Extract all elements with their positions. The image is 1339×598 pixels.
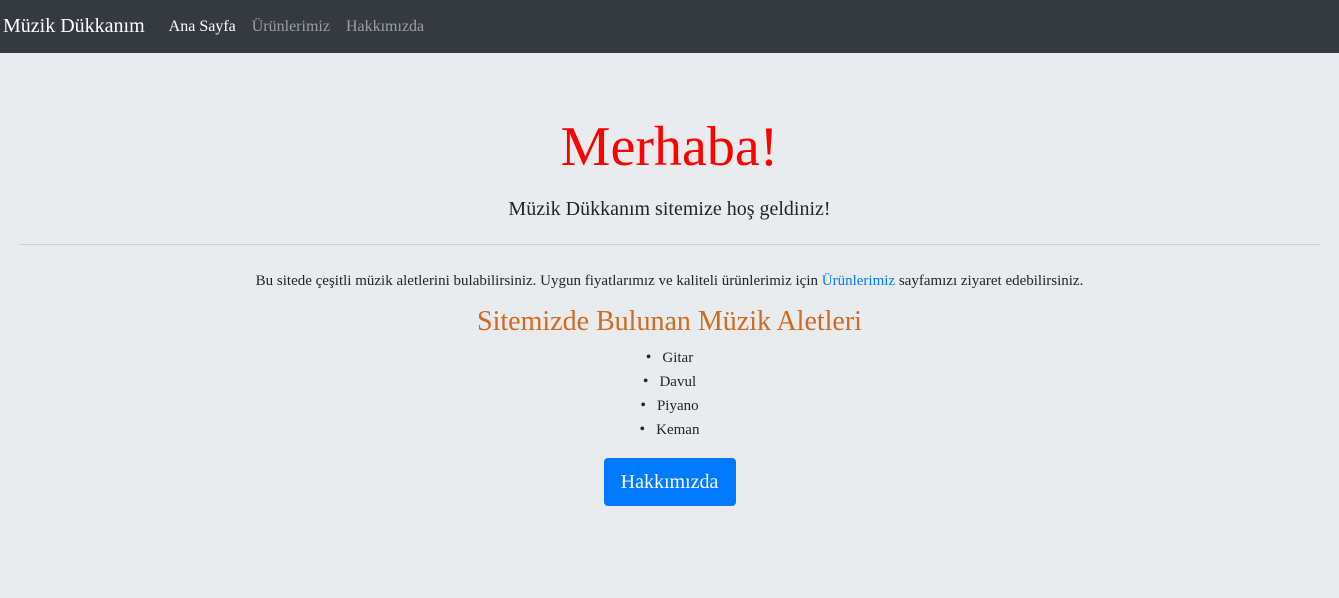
- list-item: Davul: [0, 370, 1339, 394]
- intro-text: Bu sitede çeşitli müzik aletlerini bulab…: [0, 272, 1339, 292]
- nav-links: Ana Sayfa Ürünlerimiz Hakkımızda: [169, 18, 425, 36]
- jumbotron: Merhaba! Müzik Dükkanım sitemize hoş gel…: [0, 53, 1339, 507]
- nav-link-hakkimizda[interactable]: Hakkımızda: [346, 18, 424, 36]
- instruments-list: Gitar Davul Piyano Keman: [0, 346, 1339, 442]
- nav-link-urunlerimiz[interactable]: Ürünlerimiz: [252, 18, 330, 36]
- hakkimizda-button[interactable]: Hakkımızda: [603, 458, 736, 507]
- list-item: Piyano: [0, 394, 1339, 418]
- brand-link[interactable]: Müzik Dükkanım: [3, 15, 145, 38]
- instruments-heading: Sitemizde Bulunan Müzik Aletleri: [477, 305, 862, 337]
- intro-text-start: Bu sitede çeşitli müzik aletlerini bulab…: [255, 273, 822, 289]
- hero-title: Merhaba!: [560, 116, 779, 178]
- navbar: Müzik Dükkanım Ana Sayfa Ürünlerimiz Hak…: [0, 0, 1339, 53]
- intro-text-end: sayfamızı ziyaret edebilirsiniz.: [895, 273, 1084, 289]
- nav-link-ana-sayfa[interactable]: Ana Sayfa: [169, 18, 236, 36]
- hero-lead: Müzik Dükkanım sitemize hoş geldiniz!: [508, 198, 831, 220]
- cta-wrap: Hakkımızda: [0, 458, 1339, 507]
- list-item: Keman: [0, 418, 1339, 442]
- list-item: Gitar: [0, 346, 1339, 370]
- divider: [19, 244, 1320, 245]
- urunlerimiz-inline-link[interactable]: Ürünlerimiz: [822, 273, 895, 289]
